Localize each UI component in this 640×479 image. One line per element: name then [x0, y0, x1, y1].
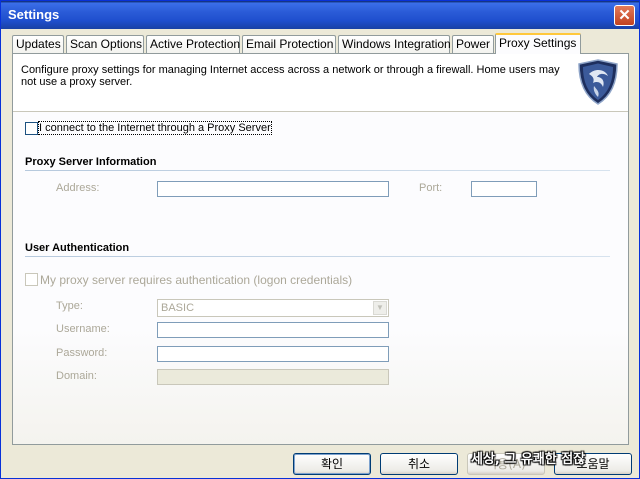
use-proxy-checkbox[interactable] — [25, 122, 38, 135]
user-auth-section-title: User Authentication — [25, 242, 130, 254]
address-label: Address: — [56, 182, 100, 194]
auth-section-divider — [25, 256, 610, 257]
auth-type-value: BASIC — [161, 302, 195, 314]
port-label: Port: — [419, 182, 443, 194]
use-proxy-label[interactable]: I connect to the Internet through a Prox… — [38, 121, 272, 135]
auth-type-select[interactable]: BASIC ▼ — [157, 299, 389, 317]
ok-button[interactable]: 확인 — [293, 453, 371, 475]
cancel-button[interactable]: 취소 — [380, 453, 458, 475]
chevron-down-icon: ▼ — [373, 301, 387, 315]
panel-header: Configure proxy settings for managing In… — [13, 54, 628, 112]
proxy-server-section-title: Proxy Server Information — [25, 156, 157, 168]
port-field[interactable] — [471, 181, 537, 197]
tab-windows-integration[interactable]: Windows Integration — [338, 35, 451, 53]
username-label: Username: — [56, 323, 110, 335]
type-label: Type: — [56, 300, 83, 312]
requires-auth-checkbox[interactable] — [25, 273, 38, 286]
tab-active-protection[interactable]: Active Protection — [146, 35, 240, 53]
password-field[interactable] — [157, 346, 389, 362]
tab-proxy-settings[interactable]: Proxy Settings — [495, 33, 581, 54]
settings-window: Settings ✕ Updates Scan Options Active P… — [0, 0, 640, 479]
domain-field[interactable] — [157, 369, 389, 385]
header-description: Configure proxy settings for managing In… — [21, 64, 560, 88]
proxy-section-divider — [25, 170, 610, 171]
password-label: Password: — [56, 347, 108, 359]
requires-auth-label[interactable]: My proxy server requires authentication … — [40, 273, 352, 287]
domain-label: Domain: — [56, 370, 97, 382]
shield-logo-icon — [578, 59, 618, 105]
tab-updates[interactable]: Updates — [12, 35, 64, 53]
address-field[interactable] — [157, 181, 389, 197]
tab-power[interactable]: Power — [452, 35, 494, 53]
username-field[interactable] — [157, 322, 389, 338]
title-bar[interactable]: Settings ✕ — [1, 1, 639, 29]
tab-scan-options[interactable]: Scan Options — [66, 35, 144, 53]
close-icon: ✕ — [618, 7, 631, 24]
watermark-text: 세상, 그 유쾌한 점잖 — [471, 452, 586, 467]
tab-email-protection[interactable]: Email Protection — [242, 35, 336, 53]
proxy-settings-panel: Configure proxy settings for managing In… — [12, 53, 629, 445]
window-title: Settings — [8, 7, 60, 22]
close-button[interactable]: ✕ — [614, 5, 635, 26]
